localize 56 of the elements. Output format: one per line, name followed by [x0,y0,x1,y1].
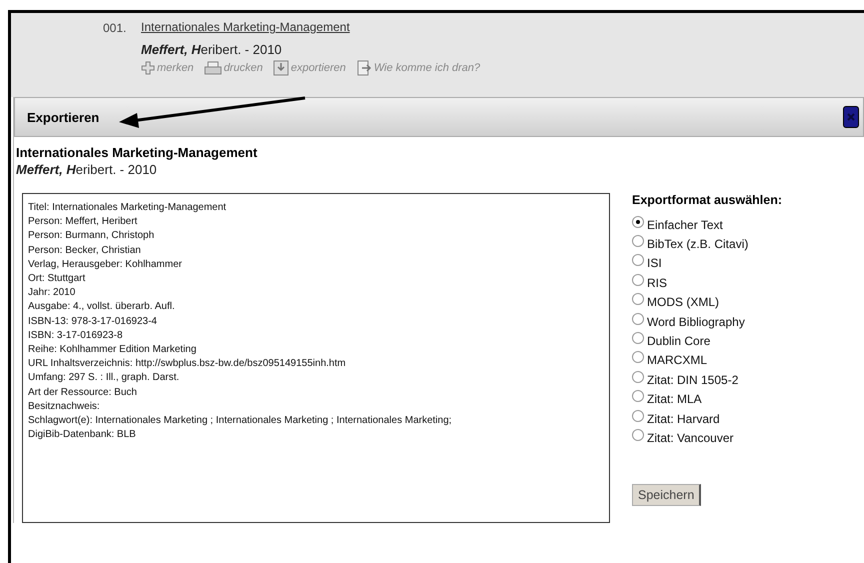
record-line: ISBN: 3-17-016923-8 [28,328,124,343]
record-line: Besitznachweis: [28,400,101,414]
format-label[interactable]: Word Bibliography [647,314,745,329]
record-line: Art der Ressource: Buch [28,386,138,400]
dialog-title: Exportieren [27,110,100,124]
format-label[interactable]: RIS [647,276,668,290]
record-line: Person: Burmann, Christoph [28,229,156,244]
record-line: Ort: Stuttgart [28,272,86,286]
radio-button[interactable] [632,351,644,364]
page-arrow-icon [356,60,372,76]
radio-button[interactable] [632,216,644,228]
export-text-field[interactable] [22,193,610,523]
format-heading: Exportformat auswählen: [632,193,782,207]
record-line: DigiBib-Datenbank: BLB [28,428,137,442]
record-title: Internationales Marketing-Management [16,145,258,160]
record-line: Schlagwort(e): Internationales Marketing ; Internationales Marketing ; Internationales Marketing; [28,414,453,428]
radio-button[interactable] [632,235,644,248]
format-label[interactable]: Dublin Core [647,334,710,348]
radio-button[interactable] [632,428,644,441]
record-line: Verlag, Herausgeber: Kohlhammer [28,258,183,272]
record-line: URL Inhaltsverzeichnis: http://swbplus.bsz-bw.de/bsz095149155inh.htm [28,357,347,372]
format-label[interactable]: BibTex (z.B. Citavi) [647,237,748,252]
format-label[interactable]: Zitat: DIN 1505-2 [647,372,738,387]
record-line: Reihe: Kohlhammer Edition Marketing [28,343,198,358]
record-line: Umfang: 297 S. : Ill., graph. Darst. [28,371,180,386]
format-label[interactable]: MODS (XML) [647,295,719,310]
result-title-link[interactable]: Internationales Marketing-Management [141,20,480,34]
result-number: 001. [103,20,128,37]
result-author: Meffert, Heribert. - 2010 [141,42,283,57]
close-icon [847,113,855,121]
record-line: Jahr: 2010 [28,286,76,300]
record-line: Titel: Internationales Marketing-Management [28,201,228,215]
download-icon [272,60,289,76]
radio-button[interactable] [632,332,644,344]
format-label[interactable]: MARCXML [647,353,708,368]
printer-icon [204,61,222,75]
close-button[interactable] [843,106,859,128]
radio-button[interactable] [632,390,644,402]
radio-button[interactable] [632,274,644,286]
format-label[interactable]: ISI [647,256,662,270]
format-label[interactable]: Zitat: Harvard [647,412,720,426]
record-line: Person: Meffert, Heribert [28,215,138,230]
format-label[interactable]: Zitat: Vancouver [647,430,734,445]
record-line: Ausgabe: 4., vollst. überarb. Aufl. [28,300,176,314]
save-button[interactable]: Speichern [632,484,702,506]
radio-button[interactable] [632,293,644,306]
radio-button[interactable] [632,254,644,266]
radio-button[interactable] [632,410,644,422]
format-label[interactable]: Zitat: MLA [647,392,702,406]
plus-icon [141,61,155,75]
record-line: Person: Becker, Christian [28,244,142,258]
record-author: Meffert, Heribert. - 2010 [16,162,158,177]
radio-button[interactable] [632,312,644,325]
radio-button[interactable] [632,370,644,383]
format-label[interactable]: Einfacher Text [647,218,723,232]
record-line: ISBN-13: 978-3-17-016923-4 [28,314,158,329]
